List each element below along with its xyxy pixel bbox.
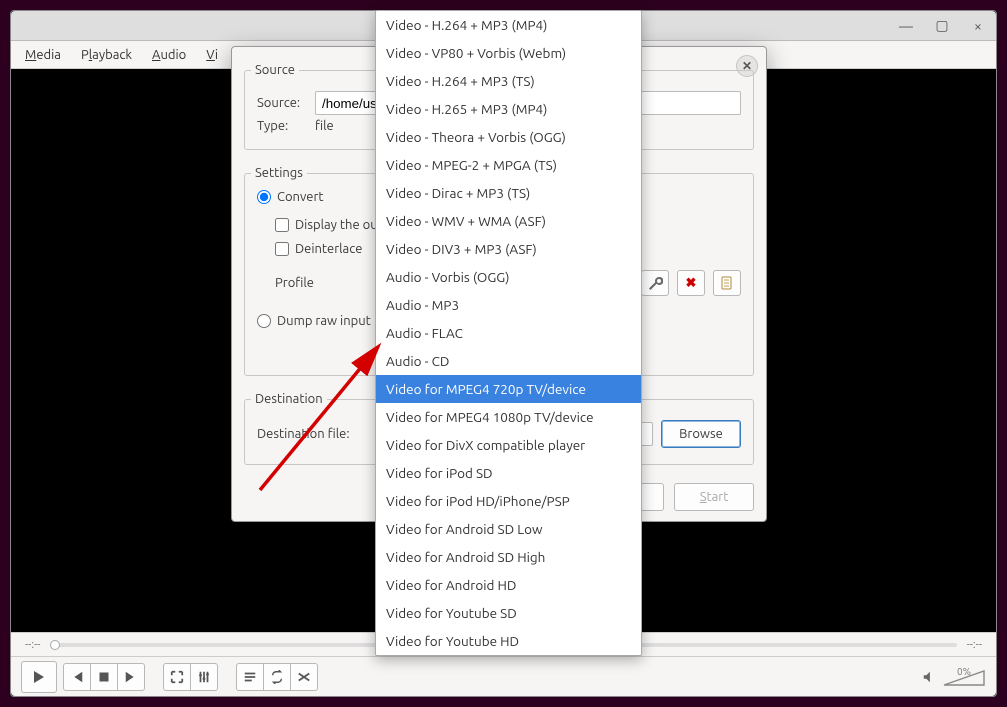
deinterlace-input[interactable] [275, 242, 289, 256]
display-output-label: Display the out [295, 218, 383, 232]
menu-playback[interactable]: Playback [73, 45, 140, 65]
settings-legend: Settings [251, 166, 307, 180]
profile-option[interactable]: Video - MPEG-2 + MPGA (TS) [376, 151, 641, 179]
menu-audio[interactable]: Audio [144, 45, 194, 65]
profile-option[interactable]: Audio - Vorbis (OGG) [376, 263, 641, 291]
profile-option[interactable]: Video for Youtube SD [376, 599, 641, 627]
profile-option[interactable]: Video for Android SD High [376, 543, 641, 571]
profile-dropdown[interactable]: Video - H.264 + MP3 (MP4)Video - VP80 + … [375, 10, 642, 656]
profile-option[interactable]: Video - Dirac + MP3 (TS) [376, 179, 641, 207]
profile-option[interactable]: Video for Android HD [376, 571, 641, 599]
next-button[interactable] [117, 663, 145, 691]
profile-option[interactable]: Video for MPEG4 1080p TV/device [376, 403, 641, 431]
wrench-icon [647, 275, 663, 291]
profile-edit-button[interactable] [641, 270, 669, 296]
profile-option[interactable]: Video - WMV + WMA (ASF) [376, 207, 641, 235]
browse-button[interactable]: Browse [661, 420, 741, 448]
profile-option[interactable]: Audio - FLAC [376, 319, 641, 347]
new-profile-icon [719, 275, 735, 291]
display-output-input[interactable] [275, 218, 289, 232]
profile-option[interactable]: Video - H.264 + MP3 (TS) [376, 67, 641, 95]
profile-option[interactable]: Audio - CD [376, 347, 641, 375]
type-label: Type: [257, 119, 307, 133]
menu-media[interactable]: Media [17, 45, 69, 65]
dump-raw-label: Dump raw input [277, 314, 371, 328]
profile-option[interactable]: Video - H.265 + MP3 (MP4) [376, 95, 641, 123]
time-remaining: --:-- [967, 639, 982, 651]
type-value: file [315, 119, 334, 133]
profile-label: Profile [275, 276, 325, 290]
stop-button[interactable] [90, 663, 118, 691]
profile-option[interactable]: Video - VP80 + Vorbis (Webm) [376, 39, 641, 67]
convert-radio-label: Convert [277, 190, 324, 204]
time-elapsed: --:-- [25, 639, 40, 651]
profile-option[interactable]: Video for MPEG4 720p TV/device [376, 375, 641, 403]
playlist-button[interactable] [236, 663, 264, 691]
destination-file-label: Destination file: [257, 427, 350, 441]
profile-option[interactable]: Audio - MP3 [376, 291, 641, 319]
fullscreen-button[interactable] [163, 663, 191, 691]
deinterlace-label: Deinterlace [295, 242, 362, 256]
window-close-icon[interactable]: × [970, 18, 986, 34]
profile-option[interactable]: Video - Theora + Vorbis (OGG) [376, 123, 641, 151]
profile-option[interactable]: Video for Android SD Low [376, 515, 641, 543]
convert-radio-input[interactable] [257, 190, 271, 204]
controlbar: 0% [11, 656, 996, 696]
speaker-icon [922, 670, 936, 684]
profile-option[interactable]: Video - H.264 + MP3 (MP4) [376, 11, 641, 39]
source-legend: Source [251, 63, 299, 77]
seek-thumb[interactable] [50, 640, 60, 650]
maximize-icon[interactable]: ▢ [934, 18, 950, 34]
extended-settings-button[interactable] [190, 663, 218, 691]
profile-option[interactable]: Video for Youtube HD [376, 627, 641, 655]
shuffle-button[interactable] [290, 663, 318, 691]
minimize-icon[interactable]: — [898, 18, 914, 34]
profile-new-button[interactable] [713, 270, 741, 296]
destination-legend: Destination [251, 392, 327, 406]
source-label: Source: [257, 96, 307, 110]
profile-option[interactable]: Video - DIV3 + MP3 (ASF) [376, 235, 641, 263]
x-red-icon: ✖ [686, 276, 697, 291]
play-button[interactable] [21, 661, 57, 693]
profile-option[interactable]: Video for iPod HD/iPhone/PSP [376, 487, 641, 515]
profile-option[interactable]: Video for DivX compatible player [376, 431, 641, 459]
menu-video[interactable]: Vi [198, 45, 226, 65]
profile-delete-button[interactable]: ✖ [677, 270, 705, 296]
dump-raw-input[interactable] [257, 314, 271, 328]
start-button[interactable]: SStarttart [674, 483, 754, 511]
profile-option[interactable]: Video for iPod SD [376, 459, 641, 487]
prev-button[interactable] [63, 663, 91, 691]
loop-button[interactable] [263, 663, 291, 691]
volume-slider[interactable] [942, 667, 986, 687]
